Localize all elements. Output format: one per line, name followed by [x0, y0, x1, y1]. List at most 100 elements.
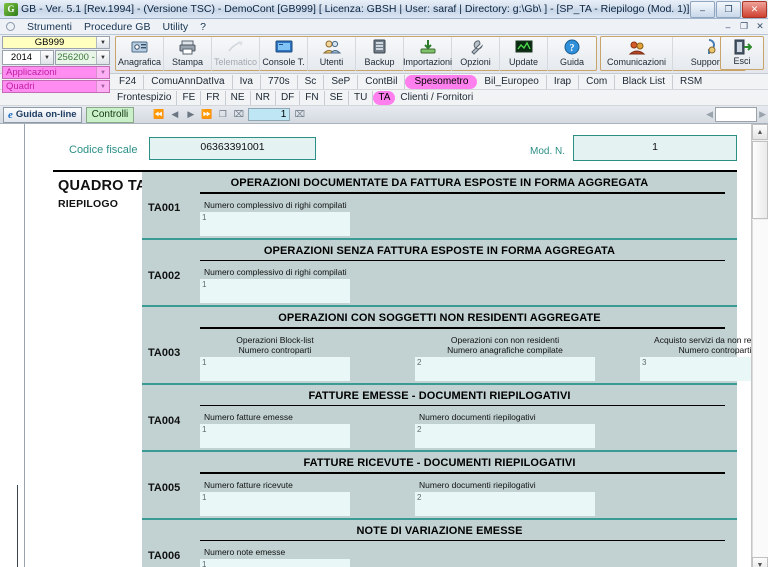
menu-item-procedure-gb[interactable]: Procedure GB [84, 21, 151, 33]
guida-online-label: Guida on-line [15, 109, 77, 120]
scrollbar-thumb[interactable] [752, 141, 768, 219]
toolbar-button-opzioni[interactable]: Opzioni [452, 37, 500, 71]
tab-spesometro[interactable]: Spesometro [405, 74, 478, 89]
mod-n-field[interactable]: 1 [573, 135, 737, 161]
tab-black-list[interactable]: Black List [615, 74, 674, 89]
tab-sc[interactable]: Sc [298, 74, 325, 89]
field-input[interactable]: 1 [200, 559, 350, 567]
last-record-icon[interactable]: ⏩ [200, 108, 213, 121]
tab-nr[interactable]: NR [251, 90, 276, 105]
toolbar-button-label: Guida [559, 57, 585, 67]
field-input[interactable]: 1 [200, 424, 350, 448]
tab-fn[interactable]: FN [300, 90, 325, 105]
tab-bil-europeo[interactable]: Bil_Europeo [477, 74, 547, 89]
tab-label: NE [230, 91, 245, 103]
quadri-selector[interactable]: Quadri ▼ [2, 80, 110, 93]
new-record-icon[interactable]: ❐ [216, 108, 229, 121]
field-input[interactable]: 2 [415, 491, 595, 516]
tab-tu[interactable]: TU [349, 90, 374, 105]
field-input[interactable]: 2 [415, 356, 595, 381]
tab-sep[interactable]: SeP [324, 74, 359, 89]
tab-fr[interactable]: FR [201, 90, 226, 105]
form-field-group: Numero fatture emesse 1 [200, 412, 350, 448]
scroll-value-input[interactable] [715, 107, 758, 122]
menu-item-help[interactable]: ? [200, 21, 206, 33]
prev-record-icon[interactable]: ◀ [168, 108, 181, 121]
tab-iva[interactable]: Iva [233, 74, 261, 89]
record-navigation-bar: e Guida on-line Controlli ⏪ ◀ ▶ ⏩ ❐ ⌧ 1 … [0, 106, 768, 124]
toolbar-button-backup[interactable]: Backup [356, 37, 404, 71]
menu-item-strumenti[interactable]: Strumenti [27, 21, 72, 33]
exit-button-label: Esci [733, 56, 751, 66]
tab-irap[interactable]: Irap [547, 74, 580, 89]
tab-comuanndativa[interactable]: ComuAnnDatIva [144, 74, 233, 89]
delete-page-icon[interactable]: ⌧ [293, 108, 306, 121]
tab-df[interactable]: DF [276, 90, 301, 105]
field-input[interactable]: 1 [200, 356, 350, 381]
toolbar-button-guida[interactable]: ? Guida [548, 37, 596, 71]
applicazioni-selector[interactable]: Applicazioni ▼ [2, 66, 110, 79]
toolbar-button-anagrafica[interactable]: Anagrafica [116, 37, 164, 71]
next-record-icon[interactable]: ▶ [184, 108, 197, 121]
scroll-up-icon[interactable]: ▲ [752, 124, 768, 140]
field-caption: Numero complessivo di righi compilati [204, 199, 347, 210]
tab-ne[interactable]: NE [226, 90, 251, 105]
left-arrow-icon[interactable]: ◀ [706, 109, 713, 120]
codice-fiscale-field[interactable]: 06363391001 [149, 137, 316, 160]
tab-label: NR [255, 91, 270, 103]
company-selector[interactable]: GB999 ▼ [2, 36, 110, 49]
toolbar-button-update[interactable]: Update [500, 37, 548, 71]
tab-clienti-fornitori[interactable]: Clienti / Fornitori [395, 91, 478, 105]
scroll-down-icon[interactable]: ▼ [752, 557, 768, 567]
code-selector[interactable]: 256200 - ▼ [55, 50, 110, 65]
controlli-button[interactable]: Controlli [85, 106, 135, 123]
field-input[interactable]: 1 [200, 491, 350, 516]
toolbar-button-console-t[interactable]: Console T. [260, 37, 308, 71]
exit-button[interactable]: Esci [720, 36, 764, 70]
tab-label: TU [353, 91, 368, 103]
first-record-icon[interactable]: ⏪ [152, 108, 165, 121]
tab-se[interactable]: SE [325, 90, 349, 105]
horizontal-scroll-group: ◀ ▶ [706, 107, 766, 122]
guida-online-button[interactable]: e Guida on-line [3, 106, 82, 123]
tab-contbil[interactable]: ContBil [358, 74, 406, 89]
toolbar-button-importazioni[interactable]: Importazioni [403, 37, 452, 71]
field-caption: Acquisto servizi da non residenti [654, 334, 768, 345]
scrollbar-track[interactable] [752, 220, 768, 557]
tab-770s[interactable]: 770s [261, 74, 298, 89]
section-fields: Numero note emesse 1 [142, 541, 737, 567]
delete-record-icon[interactable]: ⌧ [232, 108, 245, 121]
mdi-minimize-button[interactable]: – [722, 22, 734, 32]
mdi-restore-button[interactable]: ❐ [738, 21, 750, 32]
field-number: 1 [202, 280, 207, 289]
mdi-close-button[interactable]: ✕ [754, 21, 766, 32]
tab-fe[interactable]: FE [177, 90, 202, 105]
field-input[interactable]: 2 [415, 424, 595, 448]
tab-f24[interactable]: F24 [112, 74, 145, 89]
vertical-scrollbar[interactable]: ▲ ▼ [751, 124, 768, 567]
minimize-button[interactable]: – [690, 1, 715, 18]
toolbar-button-comunicazioni[interactable]: Comunicazioni [601, 37, 673, 71]
maximize-button[interactable]: ❐ [716, 1, 741, 18]
right-arrow-icon[interactable]: ▶ [759, 109, 766, 120]
toolbar-button-telematico[interactable]: Telematico [212, 37, 260, 71]
tab-rsm[interactable]: RSM [673, 75, 709, 89]
document-body: ministeriale Codice fiscale 06363391001 … [0, 124, 768, 567]
field-input[interactable]: 1 [200, 211, 350, 236]
field-input[interactable]: 1 [200, 279, 350, 303]
close-button[interactable]: ✕ [742, 1, 767, 18]
tab-frontespizio[interactable]: Frontespizio [112, 90, 178, 105]
toolbar-button-label: Console T. [262, 57, 305, 67]
window-controls: – ❐ ✕ [690, 1, 767, 18]
menu-item-utility[interactable]: Utility [162, 21, 188, 33]
main-toolbar: GB999 ▼ 2014 ▼ 256200 - ▼ Applicazioni ▼… [0, 35, 768, 93]
page-number-input[interactable]: 1 [248, 108, 291, 121]
field-input[interactable]: 3 [640, 356, 768, 381]
tab-ta[interactable]: TA [373, 90, 396, 105]
toolbar-button-utenti[interactable]: Utenti [308, 37, 356, 71]
tab-com[interactable]: Com [579, 74, 616, 89]
toolbar-button-stampa[interactable]: Stampa [164, 37, 212, 71]
chevron-down-icon: ▼ [96, 51, 109, 64]
menu-system-icon[interactable] [6, 22, 15, 31]
year-selector[interactable]: 2014 ▼ [2, 50, 54, 65]
